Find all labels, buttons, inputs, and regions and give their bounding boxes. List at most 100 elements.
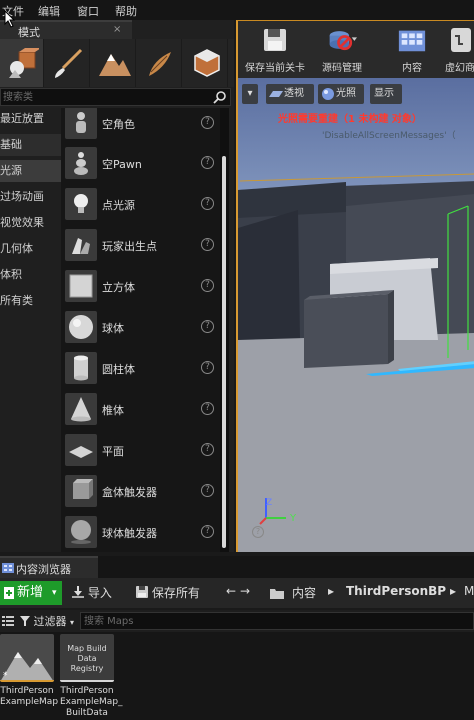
category-list: 最近放置 基础 光源 过场动画 视觉效果 几何体 体积 所有类	[0, 108, 61, 552]
asset-cube[interactable]: 立方体 ?	[61, 267, 220, 307]
menu-help[interactable]: 帮助	[115, 3, 137, 19]
help-icon[interactable]: ?	[201, 279, 214, 292]
asset-name: ThirdPerson ExampleMap	[0, 686, 59, 707]
landscape-mode-button[interactable]	[92, 39, 136, 87]
asset-box-trigger[interactable]: 盒体触发器 ?	[61, 472, 220, 512]
asset-tile-map[interactable]: * ThirdPerson ExampleMap	[0, 634, 59, 708]
asset-label: 空角色	[102, 118, 135, 131]
help-icon[interactable]: ?	[201, 116, 214, 129]
help-icon[interactable]: ?	[201, 402, 214, 415]
add-new-label: 新增	[17, 585, 44, 600]
forward-arrow-icon[interactable]: →	[240, 584, 250, 598]
save-all-label: 保存所有	[151, 586, 200, 600]
asset-point-light[interactable]: 点光源 ?	[61, 185, 220, 225]
marketplace-button[interactable]: 虚幻商	[440, 23, 474, 77]
close-icon[interactable]: ×	[113, 24, 121, 35]
category-all-classes[interactable]: 所有类	[0, 290, 61, 312]
asset-label: 球体	[102, 322, 124, 335]
landscape-icon	[98, 54, 131, 76]
class-search-box	[0, 88, 231, 106]
sources-list-icon[interactable]	[2, 615, 14, 627]
category-volumes[interactable]: 体积	[0, 264, 61, 286]
category-recent[interactable]: 最近放置	[0, 108, 61, 130]
help-icon[interactable]: ?	[201, 443, 214, 456]
lit-mode-button[interactable]: 光照	[318, 84, 364, 104]
level-viewport[interactable]: ▾ 透视 光照 显示 光照需要重建（1 未构建 对象） 'DisableAllS…	[236, 78, 474, 552]
asset-tile-builtdata[interactable]: Map Build Data Registry ThirdPerson Exam…	[60, 634, 123, 719]
asset-cone[interactable]: 椎体 ?	[61, 390, 220, 430]
category-cinematic[interactable]: 过场动画	[0, 186, 61, 208]
asset-label: 球体触发器	[102, 527, 157, 540]
help-icon[interactable]: ?	[201, 197, 214, 210]
breadcrumb-maps[interactable]: M	[464, 584, 474, 598]
sphere-trigger-icon	[65, 516, 97, 548]
filters-button[interactable]: 过滤器 ▾	[20, 613, 74, 629]
help-icon[interactable]: ?	[252, 526, 264, 538]
foliage-icon	[148, 52, 171, 76]
search-icon[interactable]	[213, 90, 227, 104]
help-icon[interactable]: ?	[201, 320, 214, 333]
source-control-icon	[329, 31, 357, 51]
category-geometry[interactable]: 几何体	[0, 238, 61, 260]
help-icon[interactable]: ?	[201, 238, 214, 251]
asset-sphere[interactable]: 球体 ?	[61, 308, 220, 348]
geometry-mode-button[interactable]	[184, 39, 228, 87]
help-icon[interactable]: ?	[201, 361, 214, 374]
cylinder-icon	[65, 352, 97, 384]
thumbnail-caption: Map Build Data Registry	[67, 644, 107, 673]
place-mode-button[interactable]	[0, 39, 44, 87]
import-button[interactable]: 导入	[72, 584, 112, 601]
geometry-edit-icon	[193, 49, 220, 77]
modes-tab[interactable]: 模式 ×	[0, 20, 132, 39]
content-browser-tab[interactable]: 内容浏览器	[0, 556, 98, 578]
save-all-button[interactable]: 保存所有	[136, 584, 200, 601]
add-new-button[interactable]: 新增 ▾	[0, 581, 62, 605]
asset-cylinder[interactable]: 圆柱体 ?	[61, 349, 220, 389]
asset-name: ThirdPerson ExampleMap_ BuiltData	[60, 686, 123, 718]
asset-list-scroll-thumb[interactable]	[222, 156, 226, 548]
modes-tab-title: 模式	[18, 26, 40, 39]
asset-sphere-trigger[interactable]: 球体触发器 ?	[61, 513, 220, 552]
player-start-icon	[65, 229, 97, 261]
content-asset-grid: * ThirdPerson ExampleMap Map Build Data …	[0, 632, 474, 720]
back-arrow-icon[interactable]: ←	[226, 584, 236, 598]
class-search-input[interactable]	[3, 90, 209, 104]
help-icon[interactable]: ?	[201, 156, 214, 169]
level-map-thumbnail: *	[0, 634, 54, 682]
asset-empty-pawn[interactable]: 空Pawn ?	[61, 144, 220, 184]
asset-empty-character[interactable]: 空角色 ?	[61, 108, 220, 144]
plane-icon	[65, 434, 97, 466]
show-button[interactable]: 显示	[370, 84, 402, 104]
help-icon[interactable]: ?	[201, 525, 214, 538]
breadcrumb-thirdpersonbp[interactable]: ThirdPersonBP	[346, 584, 446, 598]
asset-plane[interactable]: 平面 ?	[61, 431, 220, 471]
new-asset-icon	[4, 587, 14, 599]
help-icon[interactable]: ?	[201, 484, 214, 497]
paintbrush-icon	[54, 48, 82, 78]
menu-window[interactable]: 窗口	[77, 3, 99, 19]
asset-label: 盒体触发器	[102, 486, 157, 499]
asset-label: 玩家出生点	[102, 240, 157, 253]
perspective-icon	[269, 91, 283, 97]
asset-label: 空Pawn	[102, 158, 142, 171]
content-browser-title: 内容浏览器	[16, 563, 71, 576]
point-light-icon	[65, 188, 97, 220]
foliage-mode-button[interactable]	[138, 39, 182, 87]
cone-icon	[65, 393, 97, 425]
viewport-options-button[interactable]: ▾	[242, 84, 258, 104]
category-visual-effects[interactable]: 视觉效果	[0, 212, 61, 234]
svg-text:*: *	[3, 671, 8, 681]
asset-player-start[interactable]: 玩家出生点 ?	[61, 226, 220, 266]
paint-mode-button[interactable]	[46, 39, 90, 87]
category-lights[interactable]: 光源	[0, 160, 61, 182]
source-control-button[interactable]: 源码管理	[314, 23, 370, 77]
perspective-button[interactable]: 透视	[266, 84, 314, 104]
category-basic[interactable]: 基础	[0, 134, 61, 156]
content-browser-filterbar: 过滤器 ▾	[0, 610, 474, 632]
menu-edit[interactable]: 编辑	[38, 3, 60, 19]
asset-search-input[interactable]	[84, 614, 464, 628]
content-button[interactable]: 内容	[390, 23, 434, 77]
placeable-asset-list: 空角色 ? 空Pawn ? 点光源 ? 玩家出生点 ? 立方体 ? 球体 ? 圆…	[61, 108, 220, 552]
save-level-button[interactable]: 保存当前关卡	[242, 23, 308, 77]
breadcrumb-content[interactable]: 内容	[292, 584, 316, 601]
